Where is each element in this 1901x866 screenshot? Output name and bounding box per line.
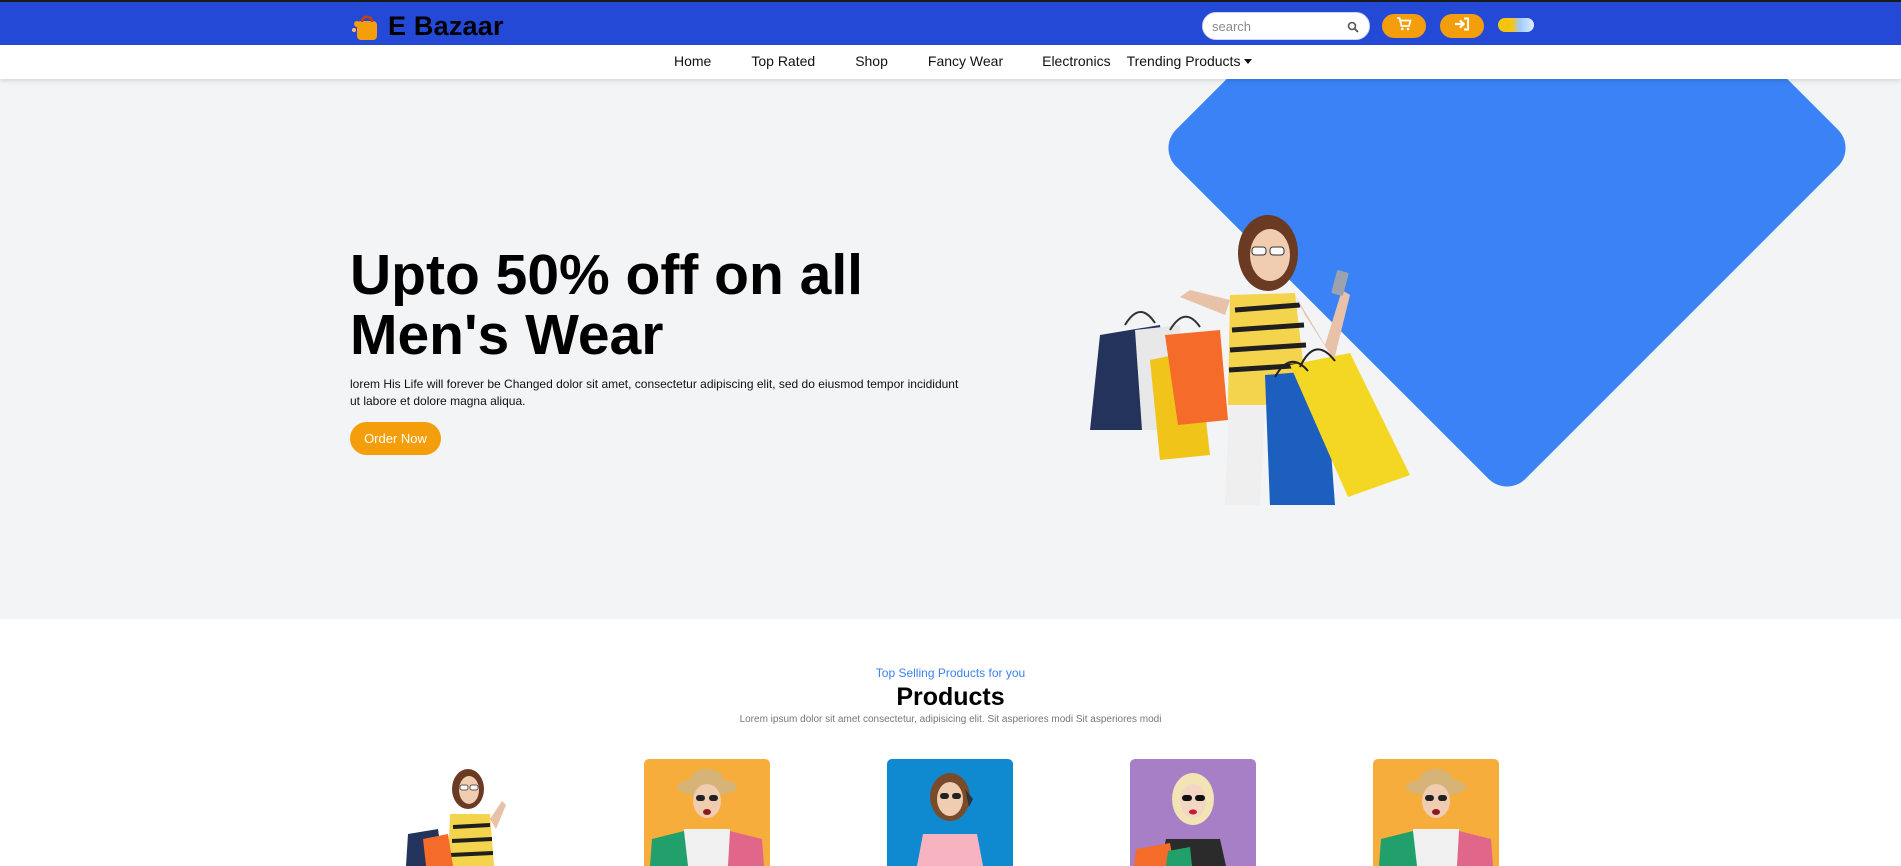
hero-headline: Upto 50% off on all Men's Wear (350, 245, 990, 365)
products-kicker: Top Selling Products for you (875, 666, 1026, 680)
login-icon (1454, 17, 1470, 36)
hero-headline-line2: Men's Wear (350, 303, 664, 367)
hero-model-image (1080, 205, 1420, 507)
order-now-button[interactable]: Order Now (350, 422, 441, 455)
caret-down-icon (1244, 59, 1253, 64)
theme-toggle[interactable] (1498, 18, 1534, 32)
brand[interactable]: E Bazaar (350, 11, 504, 42)
nav-item-top-rated[interactable]: Top Rated (751, 53, 815, 69)
products-title: Products (896, 683, 1005, 711)
products-section-header: Top Selling Products for you Products Lo… (0, 666, 1901, 725)
nav-item-fancy-wear[interactable]: Fancy Wear (928, 53, 1003, 69)
search-icon[interactable] (1347, 20, 1359, 33)
sun-icon (1499, 19, 1511, 31)
nav-item-trending-products[interactable]: Trending Products (1127, 53, 1253, 69)
main-nav: Home Top Rated Shop Fancy Wear Electroni… (0, 45, 1901, 79)
cart-button[interactable] (1382, 14, 1426, 38)
nav-item-trending-label: Trending Products (1126, 53, 1241, 69)
hero-section: Upto 50% off on all Men's Wear lorem His… (0, 79, 1901, 619)
nav-item-shop[interactable]: Shop (855, 53, 888, 69)
nav-item-electronics[interactable]: Electronics (1042, 53, 1110, 69)
brand-name: E Bazaar (388, 11, 504, 41)
product-card-image[interactable] (1130, 759, 1256, 866)
product-card-image[interactable] (1373, 759, 1499, 866)
search-box[interactable] (1202, 12, 1370, 40)
nav-item-home[interactable]: Home (674, 53, 711, 69)
product-card-image[interactable] (644, 759, 770, 866)
top-header: E Bazaar (0, 0, 1901, 45)
cart-icon (1396, 16, 1412, 36)
hero-description: lorem His Life will forever be Changed d… (350, 377, 959, 408)
hero-headline-line1: Upto 50% off on all (350, 243, 863, 307)
product-card-image[interactable] (887, 759, 1013, 866)
products-subtitle: Lorem ipsum dolor sit amet consectetur, … (739, 714, 1162, 725)
login-button[interactable] (1440, 14, 1484, 38)
search-input[interactable] (1203, 13, 1343, 39)
shopping-bag-icon (350, 13, 380, 41)
product-card-image[interactable] (398, 759, 524, 866)
